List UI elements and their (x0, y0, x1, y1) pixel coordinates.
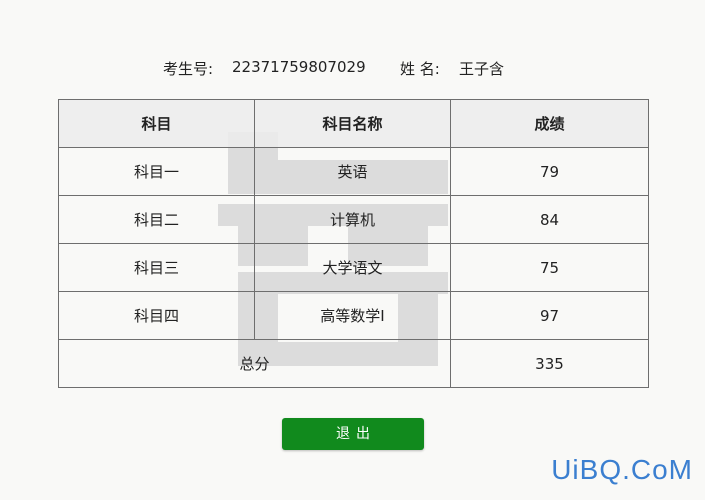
column-header-subject-name: 科目名称 (254, 99, 451, 148)
cell-subject: 科目二 (58, 195, 255, 244)
exam-id-label: 考生号: (163, 60, 214, 78)
cell-subject-name: 英语 (254, 147, 451, 196)
cell-subject: 科目一 (58, 147, 255, 196)
exam-id-value: 22371759807029 (232, 58, 366, 76)
cell-subject-name: 计算机 (254, 195, 451, 244)
cell-subject-name: 高等数学Ⅰ (254, 291, 451, 340)
site-brand-watermark: UiBQ.CoM (551, 454, 693, 485)
score-table: 科目 科目名称 成绩 科目一 英语 79 科目二 计算机 84 科目三 大学语文… (58, 99, 649, 388)
name-label: 姓 名: (400, 60, 440, 78)
column-header-subject: 科目 (58, 99, 255, 148)
cell-score: 75 (450, 243, 649, 292)
table-row: 科目四 高等数学Ⅰ 97 (58, 291, 649, 340)
cell-score: 84 (450, 195, 649, 244)
table-row: 科目三 大学语文 75 (58, 243, 649, 292)
table-header-row: 科目 科目名称 成绩 (58, 99, 649, 148)
column-header-score: 成绩 (450, 99, 649, 148)
cell-score: 79 (450, 147, 649, 196)
total-label: 总分 (58, 339, 451, 388)
exit-button[interactable]: 退出 (282, 418, 424, 450)
table-row: 科目二 计算机 84 (58, 195, 649, 244)
cell-score: 97 (450, 291, 649, 340)
candidate-info: 考生号: 22371759807029 姓 名: 王子含 (0, 56, 705, 80)
total-value: 335 (450, 339, 649, 388)
cell-subject: 科目三 (58, 243, 255, 292)
name-value: 王子含 (459, 60, 505, 78)
total-row: 总分 335 (58, 339, 649, 388)
cell-subject: 科目四 (58, 291, 255, 340)
cell-subject-name: 大学语文 (254, 243, 451, 292)
table-row: 科目一 英语 79 (58, 147, 649, 196)
